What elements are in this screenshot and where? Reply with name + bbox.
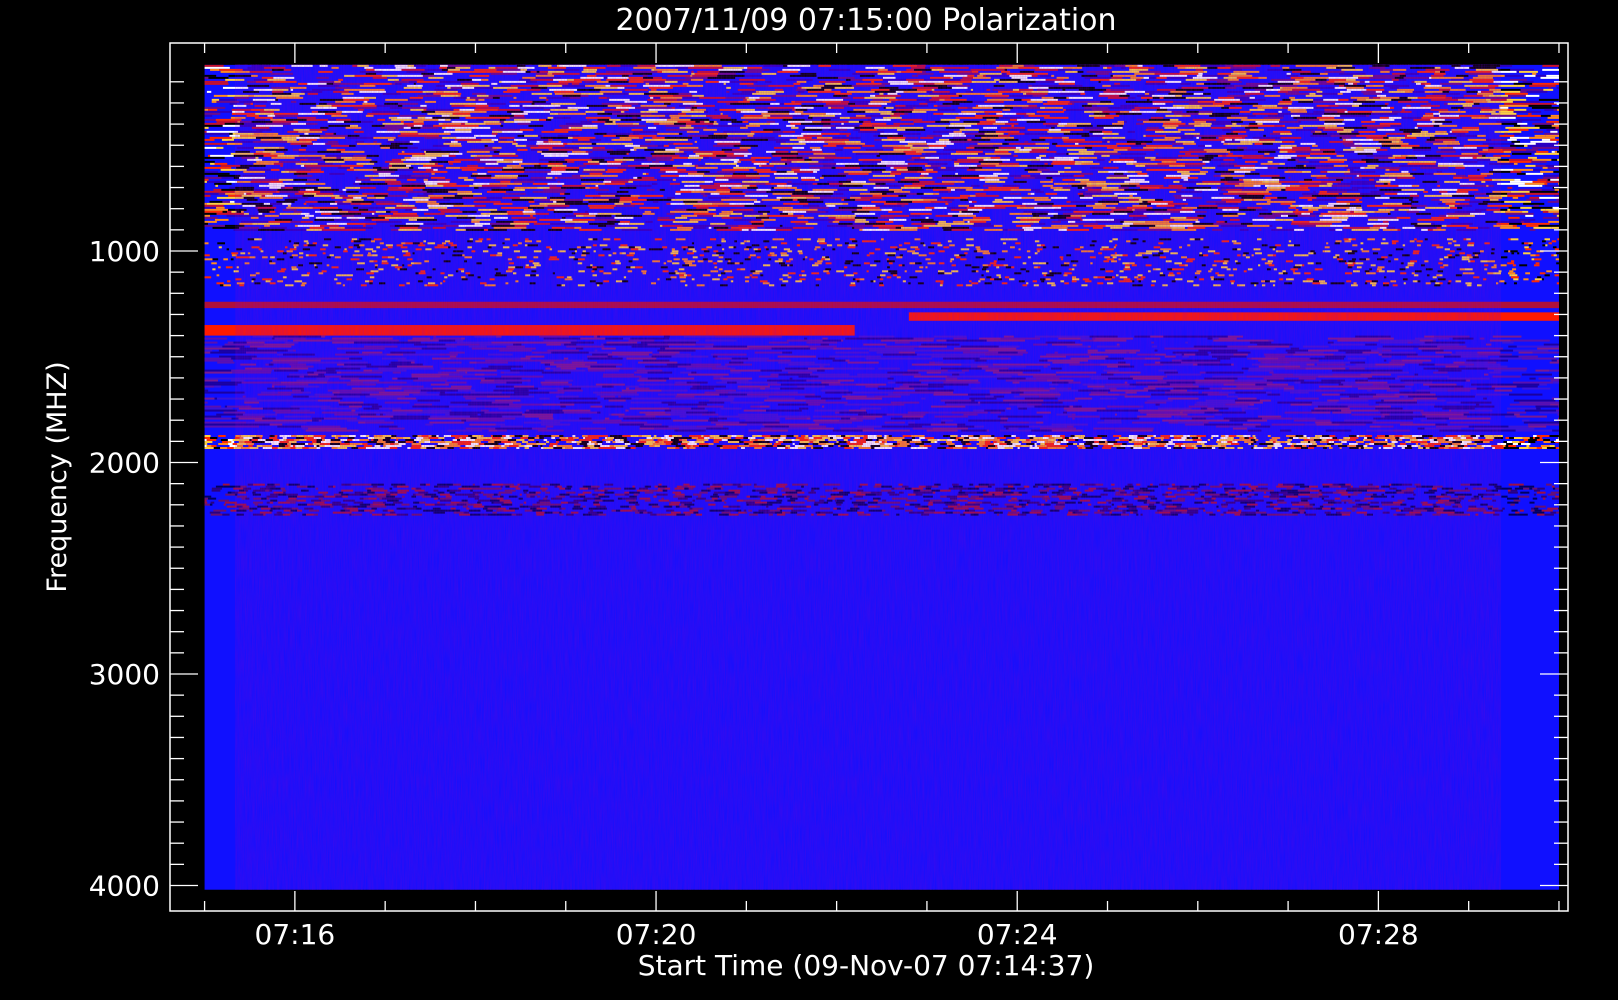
x-axis-label: Start Time (09-Nov-07 07:14:37)	[638, 949, 1095, 982]
y-tick-label: 2000	[89, 447, 160, 480]
y-tick-label: 3000	[89, 658, 160, 691]
y-tick-label: 1000	[89, 235, 160, 268]
y-tick-label: 4000	[89, 870, 160, 903]
chart-title: 2007/11/09 07:15:00 Polarization	[615, 3, 1116, 38]
noise-overlay	[235, 64, 1501, 890]
x-tick-label: 07:24	[977, 918, 1058, 951]
y-axis-label: Frequency (MHZ)	[42, 361, 73, 592]
x-tick-label: 07:28	[1338, 918, 1419, 951]
x-tick-label: 07:20	[616, 918, 697, 951]
polarization-spectrogram: 2007/11/09 07:15:00 Polarization Start T…	[0, 0, 1618, 1000]
x-tick-label: 07:16	[255, 918, 336, 951]
